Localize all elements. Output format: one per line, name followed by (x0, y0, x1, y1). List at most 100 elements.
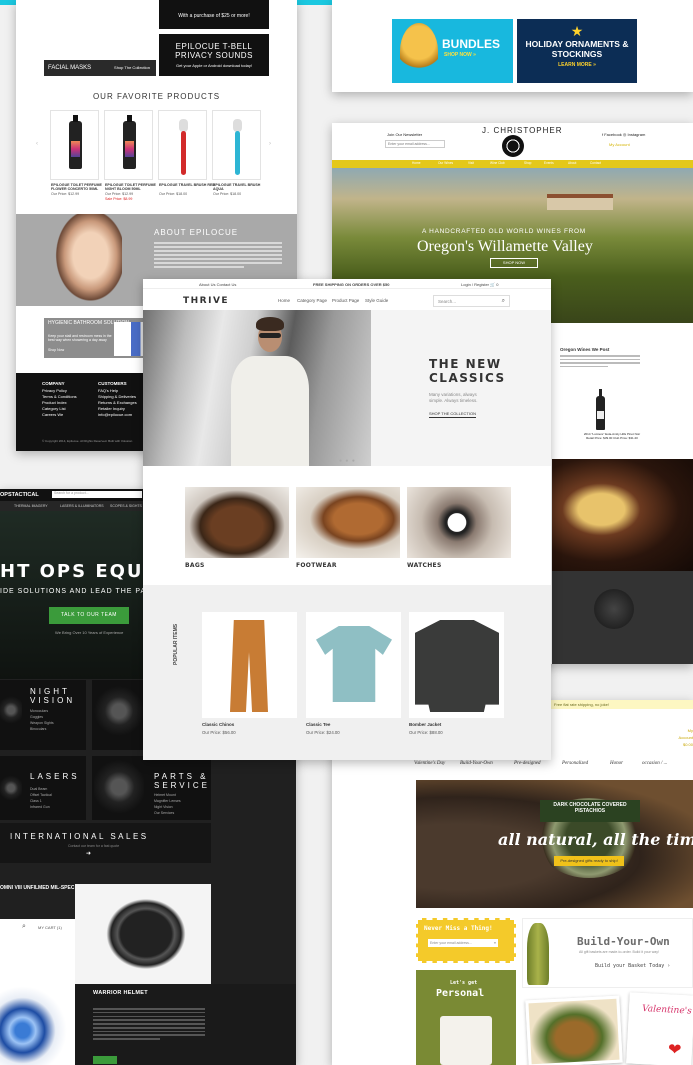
byo-cta[interactable]: Build your Basket Today › (595, 963, 670, 969)
nav-item[interactable]: Personalized (562, 761, 588, 766)
helmet-buy-button[interactable] (93, 1056, 117, 1064)
valentines-basket-card[interactable]: Valentine's basket ❤ (626, 992, 693, 1065)
gift-basket-photo[interactable] (525, 995, 623, 1065)
tac-search-input[interactable]: Search for a product... (52, 491, 142, 498)
tote-bag-image (440, 1016, 492, 1065)
slider-dots[interactable]: ● ● ● (339, 458, 356, 464)
product-name[interactable]: EPILOGUE TOILET PERFUME FLOWER CONCERTO … (51, 183, 109, 191)
product-name[interactable]: EPILOGUE TRAVEL BRUSH AQUA (213, 183, 271, 191)
login-cart-links[interactable]: Login / Register 🛒 0 (461, 282, 498, 287)
about-contact-links[interactable]: About Us Contact Us (199, 282, 236, 287)
category-bags[interactable]: BAGS (185, 487, 289, 569)
nav-item[interactable]: occasion / ... (642, 761, 667, 766)
lasers-list: Dual Beam Offset Tactical Class 1 Infrar… (30, 787, 52, 809)
nav-item[interactable]: Product Page (332, 298, 359, 303)
social-links[interactable]: f Facebook ◎ Instagram (602, 132, 645, 137)
category-watches[interactable]: WATCHES (407, 487, 511, 569)
product-name[interactable]: Classic Chinos (202, 722, 234, 727)
cart-total[interactable]: $0.00 (677, 741, 693, 748)
category-footwear[interactable]: FOOTWEAR (296, 487, 400, 569)
product-card[interactable]: EPILOGUE TOILET PERFUME FLOWER CONCERTO … (50, 110, 102, 196)
bundles-banner[interactable]: BUNDLES SHOP NOW » (392, 19, 513, 83)
nav-item[interactable]: Contact (590, 161, 601, 165)
nav-item[interactable]: Visit (468, 161, 474, 165)
shop-collection-button[interactable]: SHOP THE COLLECTION (429, 411, 476, 418)
helmet-title: WARRIOR HELMET (93, 990, 148, 996)
hygienic-banner[interactable]: HYGIENIC BATHROOM SOLUTION Keep your sta… (44, 318, 156, 358)
product-price: Our Price: $24.00 (306, 730, 340, 735)
lasers-block[interactable]: LASERS Dual Beam Offset Tactical Class 1… (0, 756, 86, 820)
promo-banner[interactable]: With a purchase of $25 or more! (159, 0, 269, 29)
night-vision-device-image[interactable] (101, 894, 191, 974)
search-icon[interactable]: ⌕ (22, 923, 26, 931)
nav-item[interactable]: Category Page (297, 298, 327, 303)
jc-logo[interactable]: J. CHRISTOPHER (482, 126, 563, 135)
app-promo-banner[interactable]: EPILOCUE T-BELL PRIVACY SOUNDS Get your … (159, 34, 269, 76)
laser-image (0, 774, 22, 802)
nav-item[interactable]: LASERS & ILLUMINATORS (60, 504, 104, 508)
nav-item[interactable]: Build-Your-Own (460, 761, 493, 766)
pre-designed-button[interactable]: Pre-designed gifts ready to ship! (554, 856, 624, 866)
product-card[interactable]: Classic Tee Our Price: $24.00 (306, 612, 401, 735)
nav-item[interactable]: Our Wines (438, 161, 453, 165)
nav-item[interactable]: Home (412, 161, 421, 165)
footer-link[interactable]: info@epilocue.com (98, 412, 137, 418)
nav-item[interactable]: Wine Club (490, 161, 505, 165)
nav-item[interactable]: Home (278, 298, 290, 303)
arrow-right-icon[interactable]: ➜ (86, 850, 91, 857)
tac-logo[interactable]: OPSTACTICAL (0, 492, 39, 498)
nav-item[interactable]: Events (544, 161, 554, 165)
product-name[interactable]: Bomber Jacket (409, 722, 441, 727)
nav-item[interactable]: Style Guide (365, 298, 388, 303)
product-card[interactable]: Classic Chinos Our Price: $56.00 (202, 612, 297, 735)
search-input[interactable]: Search... ⌕ (433, 295, 510, 307)
wine-bottle-image[interactable] (596, 389, 605, 430)
product-card[interactable]: EPILOGUE TRAVEL BRUSH AQUA Our Price: $1… (212, 110, 261, 196)
product-card[interactable]: Bomber Jacket Our Price: $88.00 (409, 612, 504, 735)
footer-link[interactable]: Careers We (42, 412, 77, 418)
international-sales-block[interactable]: INTERNATIONAL SALES Contact our team for… (0, 823, 211, 863)
facial-masks-bar[interactable]: FACIAL MASKS Shop The Collection (44, 60, 156, 76)
bundles-cta[interactable]: SHOP NOW » (444, 52, 476, 58)
nav-item[interactable]: About (568, 161, 576, 165)
nav-item[interactable]: Honor (610, 761, 623, 766)
perfume-bottle-image (123, 115, 136, 169)
parts-block[interactable]: PARTS & SERVICE Helmet Mount Magnifier L… (92, 756, 211, 820)
search-icon[interactable]: ⌕ (502, 298, 505, 305)
holiday-banner[interactable]: ★ HOLIDAY ORNAMENTS & STOCKINGS LEARN MO… (517, 19, 637, 83)
product-name[interactable]: EPILOGUE TRAVEL BRUSH RED (159, 183, 217, 187)
helmet-block[interactable] (92, 680, 145, 750)
build-your-own-banner[interactable]: Build-Your-Own All gift baskets are made… (522, 918, 693, 988)
nav-item[interactable]: THERMAL IMAGERY (14, 504, 48, 508)
bundles-site-card[interactable]: BUNDLES SHOP NOW » ★ HOLIDAY ORNAMENTS &… (332, 0, 693, 92)
product-card[interactable]: EPILOGUE TRAVEL BRUSH RED Our Price: $18… (158, 110, 215, 196)
newsletter-email-input[interactable]: Enter your email address... (385, 140, 445, 148)
personal-banner[interactable]: Let's get Personal (416, 970, 516, 1065)
holiday-cta[interactable]: LEARN MORE » (517, 62, 637, 68)
nav-item[interactable]: Pre-designed (514, 761, 540, 766)
facial-masks-link[interactable]: Shop The Collection (114, 60, 150, 76)
nav-item[interactable]: Shop (524, 161, 531, 165)
hygienic-shop-link[interactable]: Shop Now (48, 348, 64, 352)
nav-item[interactable]: SCOPES & SIGHTS (110, 504, 142, 508)
nav-item[interactable]: Valentine's Day (414, 761, 445, 766)
my-account-link[interactable]: My Account (677, 727, 693, 741)
talk-to-team-button[interactable]: TALK TO OUR TEAM (49, 607, 129, 624)
my-cart-link[interactable]: MY CART (1) (38, 925, 62, 930)
night-vision-title: NIGHT VISION (30, 687, 76, 705)
bags-image (185, 487, 289, 558)
submit-arrow-icon[interactable]: » (494, 940, 496, 945)
thrive-logo[interactable]: THRIVE (183, 296, 229, 306)
product-name[interactable]: EPILOGUE TOILET PERFUME NIGHT BLOOM 50ML (105, 183, 163, 191)
my-account-link[interactable]: My Account (609, 142, 630, 147)
hero-shop-button[interactable]: SHOP NOW (490, 258, 538, 268)
account-area[interactable]: My Account $0.00 (677, 727, 693, 748)
newsletter-email-input[interactable]: Enter your email address...» (428, 939, 498, 947)
wine-caption[interactable]: 2014 "Lumiere" Eola-Amity Hills Pinot No… (582, 432, 642, 440)
thrive-site-card[interactable]: About Us Contact Us FREE SHIPPING ON ORD… (143, 279, 551, 760)
product-card[interactable]: EPILOGUE TOILET PERFUME NIGHT BLOOM 50ML… (104, 110, 156, 201)
carousel-next-icon[interactable]: › (269, 141, 271, 147)
product-name[interactable]: Classic Tee (306, 722, 330, 727)
carousel-prev-icon[interactable]: ‹ (36, 141, 38, 147)
night-vision-block[interactable]: NIGHT VISION Monoculars Goggles Weapon S… (0, 680, 86, 750)
